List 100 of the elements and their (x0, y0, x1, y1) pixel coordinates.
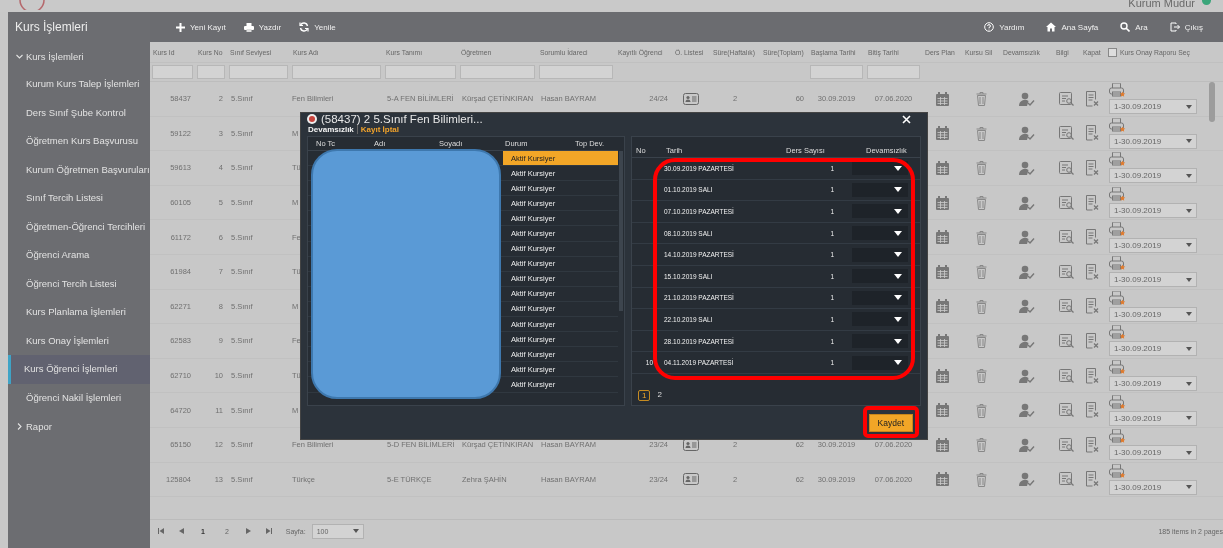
period-dropdown[interactable]: 1-30.09.2019 (1109, 237, 1197, 253)
calendar-icon[interactable] (935, 264, 949, 279)
period-dropdown[interactable]: 1-30.09.2019 (1109, 272, 1197, 288)
sidebar-item[interactable]: Ders Sınıf Şube Kontrol (8, 98, 150, 127)
period-dropdown[interactable]: 1-30.09.2019 (1109, 376, 1197, 392)
close-icon[interactable] (902, 114, 911, 124)
page-button[interactable]: 1 (638, 389, 651, 401)
user-check-icon[interactable] (1018, 230, 1035, 245)
user-check-icon[interactable] (1018, 403, 1035, 418)
info-icon[interactable] (1059, 91, 1074, 106)
info-icon[interactable] (1059, 368, 1074, 383)
attendance-dropdown[interactable] (852, 355, 908, 370)
close-record-icon[interactable] (1086, 471, 1099, 488)
calendar-icon[interactable] (935, 403, 949, 418)
printer-icon[interactable] (1109, 152, 1126, 168)
calendar-icon[interactable] (935, 195, 949, 210)
home-button[interactable]: Ana Sayfa (1046, 22, 1099, 32)
sidebar-item[interactable]: Kurum Öğretmen Başvuruları (8, 155, 150, 184)
student-list-icon[interactable] (683, 92, 699, 105)
user-check-icon[interactable] (1018, 333, 1035, 348)
period-dropdown[interactable]: 1-30.09.2019 (1109, 341, 1197, 357)
info-icon[interactable] (1059, 195, 1074, 210)
sidebar-item[interactable]: Sınıf Tercih Listesi (8, 184, 150, 213)
calendar-icon[interactable] (935, 161, 949, 175)
attendance-dropdown[interactable] (852, 204, 908, 219)
close-record-icon[interactable] (1086, 298, 1099, 315)
filter-field[interactable] (539, 65, 613, 79)
sidebar-item[interactable]: Kurs Onay İşlemleri (8, 326, 150, 355)
close-record-icon[interactable] (1086, 194, 1099, 211)
student-list-icon[interactable] (683, 438, 699, 451)
printer-icon[interactable] (1109, 221, 1126, 237)
trash-icon[interactable] (975, 125, 987, 141)
calendar-icon[interactable] (935, 126, 949, 141)
filter-field[interactable] (229, 65, 288, 79)
trash-icon[interactable] (975, 91, 987, 107)
close-record-icon[interactable] (1086, 229, 1099, 246)
calendar-icon[interactable] (935, 333, 949, 348)
next-page-icon[interactable] (245, 528, 251, 534)
refresh-button[interactable]: Yenile (299, 22, 336, 32)
trash-icon[interactable] (975, 229, 987, 245)
trash-icon[interactable] (975, 298, 987, 314)
attendance-dropdown[interactable] (852, 290, 908, 305)
period-dropdown[interactable]: 1-30.09.2019 (1109, 410, 1197, 426)
previous-page-icon[interactable] (179, 528, 184, 534)
attendance-dropdown[interactable] (852, 334, 908, 349)
period-dropdown[interactable]: 1-30.09.2019 (1109, 306, 1197, 322)
user-check-icon[interactable] (1018, 126, 1035, 141)
printer-icon[interactable] (1109, 256, 1126, 272)
filter-field[interactable] (292, 65, 381, 79)
save-button[interactable]: Kaydet (868, 413, 913, 432)
search-button[interactable]: Ara (1120, 22, 1148, 32)
printer-icon[interactable] (1109, 429, 1126, 445)
trash-icon[interactable] (975, 437, 987, 453)
printer-icon[interactable] (1109, 83, 1126, 99)
trash-icon[interactable] (975, 160, 987, 176)
sidebar-group[interactable]: Kurs İşlemleri (26, 50, 84, 62)
calendar-icon[interactable] (935, 472, 949, 487)
printer-icon[interactable] (1109, 290, 1126, 306)
user-check-icon[interactable] (1018, 195, 1035, 210)
period-dropdown[interactable]: 1-30.09.2019 (1109, 445, 1197, 461)
printer-icon[interactable] (1109, 325, 1126, 341)
tab[interactable]: Kayıt İptal (360, 125, 403, 134)
trash-icon[interactable] (975, 195, 987, 211)
info-icon[interactable] (1059, 161, 1074, 175)
user-check-icon[interactable] (1018, 161, 1035, 175)
user-check-icon[interactable] (1018, 91, 1035, 106)
period-dropdown[interactable]: 1-30.09.2019 (1109, 133, 1197, 149)
filter-field[interactable] (810, 65, 863, 79)
close-record-icon[interactable] (1086, 263, 1099, 280)
printer-icon[interactable] (1109, 360, 1126, 376)
close-record-icon[interactable] (1086, 160, 1099, 176)
user-check-icon[interactable] (1018, 368, 1035, 383)
close-record-icon[interactable] (1086, 367, 1099, 384)
filter-field[interactable] (867, 65, 920, 79)
close-record-icon[interactable] (1086, 436, 1099, 453)
chevron-icon[interactable] (17, 422, 22, 430)
sidebar-group[interactable]: Rapor (26, 420, 52, 432)
printer-icon[interactable] (1109, 394, 1126, 410)
trash-icon[interactable] (975, 368, 987, 384)
sidebar-item[interactable]: Öğretmen-Öğrenci Tercihleri (8, 212, 150, 241)
info-icon[interactable] (1059, 333, 1074, 348)
calendar-icon[interactable] (935, 299, 949, 314)
student-list-icon[interactable] (683, 473, 699, 486)
close-record-icon[interactable] (1086, 332, 1099, 349)
close-record-icon[interactable] (1086, 125, 1099, 142)
printer-icon[interactable] (1109, 117, 1126, 133)
attendance-dropdown[interactable] (852, 226, 908, 241)
first-page-icon[interactable] (158, 528, 165, 534)
tab[interactable]: Devamsızlık (308, 125, 358, 134)
info-icon[interactable] (1059, 472, 1074, 487)
page-button[interactable]: 2 (654, 389, 665, 401)
chevron-icon[interactable] (16, 53, 23, 59)
printer-icon[interactable] (1109, 187, 1126, 203)
info-icon[interactable] (1059, 437, 1074, 452)
calendar-icon[interactable] (935, 368, 949, 383)
user-check-icon[interactable] (1018, 299, 1035, 314)
attendance-dropdown[interactable] (852, 247, 908, 262)
filter-field[interactable] (460, 65, 535, 79)
logout-button[interactable]: Çıkış (1169, 22, 1203, 32)
close-record-icon[interactable] (1086, 402, 1099, 419)
